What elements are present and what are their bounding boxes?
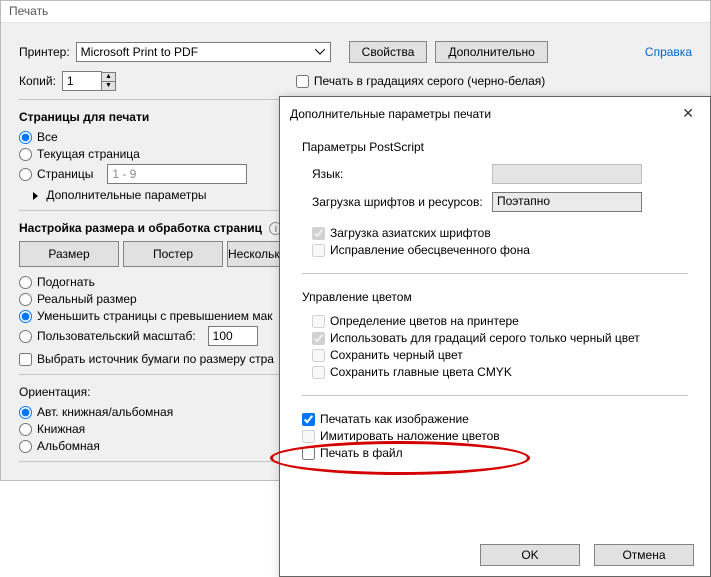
pages-range-input[interactable]: [107, 164, 247, 184]
pages-current-radio[interactable]: [19, 148, 32, 161]
paper-source-label: Выбрать источник бумаги по размеру стра: [37, 352, 274, 366]
advanced-button[interactable]: Дополнительно: [435, 41, 547, 63]
cancel-button[interactable]: Отмена: [594, 544, 694, 566]
fit-label: Подогнать: [37, 275, 95, 289]
detect-row: Определение цветов на принтере: [312, 314, 688, 328]
size-title-text: Настройка размера и обработка страниц: [19, 221, 262, 235]
overprint-label: Имитировать наложение цветов: [320, 429, 500, 443]
help-link[interactable]: Справка: [645, 45, 692, 59]
ps-fontload-value: Поэтапно: [497, 194, 550, 208]
asian-row: Загрузка азиатских шрифтов: [312, 226, 688, 240]
pages-range-label: Страницы: [37, 167, 93, 181]
advanced-print-dialog: Дополнительные параметры печати ✕ Параме…: [279, 96, 711, 577]
divider: [302, 273, 688, 274]
custom-scale-input[interactable]: [208, 326, 258, 346]
custom-radio[interactable]: [19, 330, 32, 343]
black-row: Использовать для градаций серого только …: [312, 331, 688, 345]
spinner-down-icon[interactable]: ▼: [101, 81, 116, 91]
cmyk-row: Сохранить главные цвета CMYK: [312, 365, 688, 379]
copies-spinner[interactable]: ▲ ▼: [101, 72, 116, 91]
print-image-label: Печатать как изображение: [320, 412, 469, 426]
orient-auto-label: Авт. книжная/альбомная: [37, 405, 173, 419]
to-file-checkbox[interactable]: [302, 447, 315, 460]
pages-all-label: Все: [37, 130, 58, 144]
orient-portrait-radio[interactable]: [19, 423, 32, 436]
window-title: Печать: [1, 1, 710, 23]
ok-button[interactable]: OK: [480, 544, 580, 566]
color-title: Управление цветом: [302, 290, 688, 304]
actual-label: Реальный размер: [37, 292, 137, 306]
ps-fontload-label: Загрузка шрифтов и ресурсов:: [312, 195, 492, 209]
copies-row: Копий: ▲ ▼ Печать в градациях серого (че…: [19, 71, 692, 91]
printer-select[interactable]: Microsoft Print to PDF: [76, 42, 331, 62]
bg-row: Исправление обесцвеченного фона: [312, 243, 688, 257]
actual-radio[interactable]: [19, 293, 32, 306]
black-label: Использовать для градаций серого только …: [330, 331, 640, 345]
cmyk-checkbox: [312, 366, 325, 379]
ps-lang-label: Язык:: [312, 167, 492, 181]
orient-portrait-label: Книжная: [37, 422, 85, 436]
black-checkbox: [312, 332, 325, 345]
multi-button[interactable]: Несколько: [227, 241, 287, 267]
close-icon[interactable]: ✕: [676, 105, 700, 122]
copies-label: Копий:: [19, 74, 56, 88]
pages-all-radio[interactable]: [19, 131, 32, 144]
cmyk-label: Сохранить главные цвета CMYK: [330, 365, 512, 379]
paper-source-checkbox[interactable]: [19, 353, 32, 366]
bg-label: Исправление обесцвеченного фона: [330, 243, 530, 257]
asian-checkbox: [312, 227, 325, 240]
custom-label: Пользовательский масштаб:: [37, 329, 196, 343]
preserve-k-row: Сохранить черный цвет: [312, 348, 688, 362]
detect-checkbox: [312, 315, 325, 328]
ps-lang-row: Язык:: [312, 164, 688, 184]
ps-fontload-row: Загрузка шрифтов и ресурсов: Поэтапно: [312, 192, 688, 212]
overprint-checkbox: [302, 430, 315, 443]
copies-input[interactable]: [62, 71, 102, 91]
dlg-body: Параметры PostScript Язык: Загрузка шриф…: [280, 130, 710, 473]
shrink-radio[interactable]: [19, 310, 32, 323]
printer-label: Принтер:: [19, 45, 70, 59]
pages-range-radio[interactable]: [19, 168, 32, 181]
ps-lang-select: [492, 164, 642, 184]
ps-title: Параметры PostScript: [302, 140, 688, 154]
bg-checkbox: [312, 244, 325, 257]
orient-auto-radio[interactable]: [19, 406, 32, 419]
orient-landscape-radio[interactable]: [19, 440, 32, 453]
poster-button[interactable]: Постер: [123, 241, 223, 267]
grayscale-row: Печать в градациях серого (черно-белая): [296, 74, 545, 88]
orient-landscape-label: Альбомная: [37, 439, 100, 453]
ps-fontload-select: Поэтапно: [492, 192, 642, 212]
detect-label: Определение цветов на принтере: [330, 314, 519, 328]
expand-icon: [33, 192, 38, 200]
divider: [302, 395, 688, 396]
dlg-titlebar: Дополнительные параметры печати ✕: [280, 97, 710, 130]
dlg-footer: OK Отмена: [480, 544, 694, 566]
preserve-k-label: Сохранить черный цвет: [330, 348, 463, 362]
printer-row: Принтер: Microsoft Print to PDF Свойства…: [19, 41, 692, 63]
dlg-title-text: Дополнительные параметры печати: [290, 107, 491, 121]
fit-radio[interactable]: [19, 276, 32, 289]
pages-current-label: Текущая страница: [37, 147, 140, 161]
to-file-row: Печать в файл: [302, 446, 688, 460]
print-image-checkbox[interactable]: [302, 413, 315, 426]
size-button[interactable]: Размер: [19, 241, 119, 267]
to-file-label: Печать в файл: [320, 446, 403, 460]
overprint-row: Имитировать наложение цветов: [302, 429, 688, 443]
preserve-k-checkbox: [312, 349, 325, 362]
pages-more-label: Дополнительные параметры: [46, 188, 206, 202]
grayscale-label: Печать в градациях серого (черно-белая): [314, 74, 545, 88]
properties-button[interactable]: Свойства: [349, 41, 428, 63]
shrink-label: Уменьшить страницы с превышением мак: [37, 309, 273, 323]
asian-label: Загрузка азиатских шрифтов: [330, 226, 491, 240]
grayscale-checkbox[interactable]: [296, 75, 309, 88]
print-image-row: Печатать как изображение: [302, 412, 688, 426]
